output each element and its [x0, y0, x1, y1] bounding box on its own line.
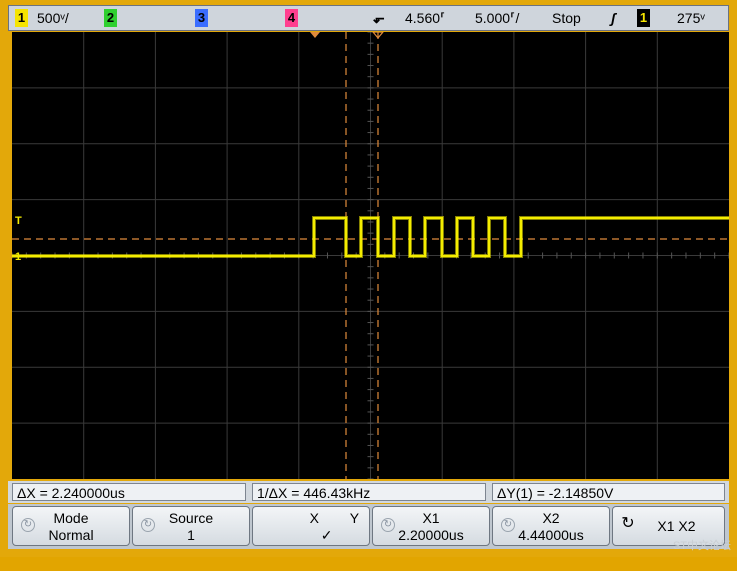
measurement-bar: ΔX = 2.240000us 1/ΔX = 446.43kHz ΔY(1) =…	[8, 481, 729, 503]
delay-value[interactable]: 4.560⸢	[405, 9, 446, 27]
mode-softkey[interactable]: ↻ Mode Normal	[12, 506, 130, 546]
trigger-level-marker: T	[15, 215, 22, 227]
run-state[interactable]: Stop	[552, 9, 581, 27]
rising-edge-icon: ʃ	[611, 10, 616, 26]
trigger-delay-icon: ⬐	[373, 10, 385, 26]
trigger-source-badge[interactable]: 1	[637, 9, 650, 27]
screen-markers: T1	[15, 32, 384, 263]
channel-4-badge[interactable]: 4	[285, 9, 298, 27]
channel-3-badge[interactable]: 3	[195, 9, 208, 27]
softkey-bar: ↻ Mode Normal ↻ Source 1 X Y ✓ ↻ X1 2.20…	[8, 504, 729, 549]
softkey-value: 4.44000us	[518, 527, 584, 543]
softkey-value: Normal	[48, 527, 94, 543]
graticule-and-trace: T1	[12, 32, 729, 479]
channel-1-scale[interactable]: 500ᵛ/	[37, 9, 69, 27]
x1-softkey[interactable]: ↻ X1 2.20000us	[372, 506, 490, 546]
x2-softkey[interactable]: ↻ X2 4.44000us	[492, 506, 610, 546]
softkey-value: 2.20000us	[398, 527, 464, 543]
channel-2-badge[interactable]: 2	[104, 9, 117, 27]
delta-y-readout: ΔY(1) = -2.14850V	[492, 483, 725, 501]
status-bar: 1 500ᵛ/ 2 3 4 ⬐ 4.560⸢ 5.000⸢/ Stop ʃ 1 …	[8, 5, 729, 31]
softkey-title: X1 X2	[657, 518, 696, 534]
softkey-title: Mode	[53, 510, 89, 526]
x-y-softkey[interactable]: X Y ✓	[252, 506, 370, 546]
softkey-title: Source	[168, 510, 214, 526]
softkey-title: X1	[422, 510, 440, 526]
delta-x-readout: ΔX = 2.240000us	[12, 483, 246, 501]
trigger-level-value[interactable]: 275ᵛ	[677, 9, 705, 27]
softkey-title: X2	[542, 510, 560, 526]
watermark: ST中文论坛	[672, 540, 731, 552]
channel-1-badge[interactable]: 1	[15, 9, 28, 27]
oscilloscope-frame: 1 500ᵛ/ 2 3 4 ⬐ 4.560⸢ 5.000⸢/ Stop ʃ 1 …	[0, 0, 737, 557]
source-softkey[interactable]: ↻ Source 1	[132, 506, 250, 546]
waveform-display: T1	[12, 32, 729, 479]
timebase-value[interactable]: 5.000⸢/	[475, 9, 519, 27]
inverse-delta-x-readout: 1/ΔX = 446.43kHz	[252, 483, 486, 501]
channel-1-ground-marker: 1	[15, 251, 21, 263]
softkey-value: 1	[187, 527, 195, 543]
trigger-position-marker	[310, 32, 320, 38]
